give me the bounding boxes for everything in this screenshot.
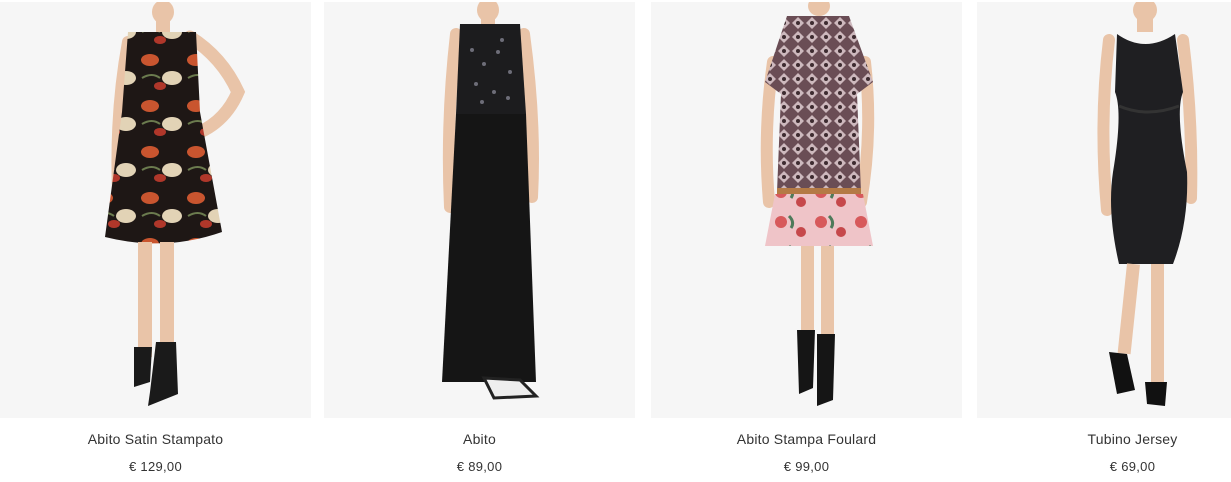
product-price: € 129,00: [128, 459, 182, 474]
product-image[interactable]: [324, 2, 635, 418]
product-price: € 99,00: [783, 459, 830, 474]
product-image[interactable]: [977, 2, 1231, 418]
product-image[interactable]: [0, 2, 311, 418]
product-name[interactable]: Tubino Jersey: [977, 431, 1231, 447]
product-name[interactable]: Abito: [324, 431, 635, 447]
product-grid: Abito Satin Stampato € 129,00 Abito € 89…: [0, 0, 1231, 482]
product-card[interactable]: Abito € 89,00: [324, 0, 635, 482]
product-name[interactable]: Abito Stampa Foulard: [651, 431, 962, 447]
product-price: € 89,00: [456, 459, 503, 474]
product-card[interactable]: Abito Satin Stampato € 129,00: [0, 0, 311, 482]
product-image[interactable]: [651, 2, 962, 418]
product-card[interactable]: Abito Stampa Foulard € 99,00: [651, 0, 962, 482]
product-card[interactable]: Tubino Jersey € 69,00: [977, 0, 1231, 482]
product-price: € 69,00: [1109, 459, 1156, 474]
product-name[interactable]: Abito Satin Stampato: [0, 431, 311, 447]
